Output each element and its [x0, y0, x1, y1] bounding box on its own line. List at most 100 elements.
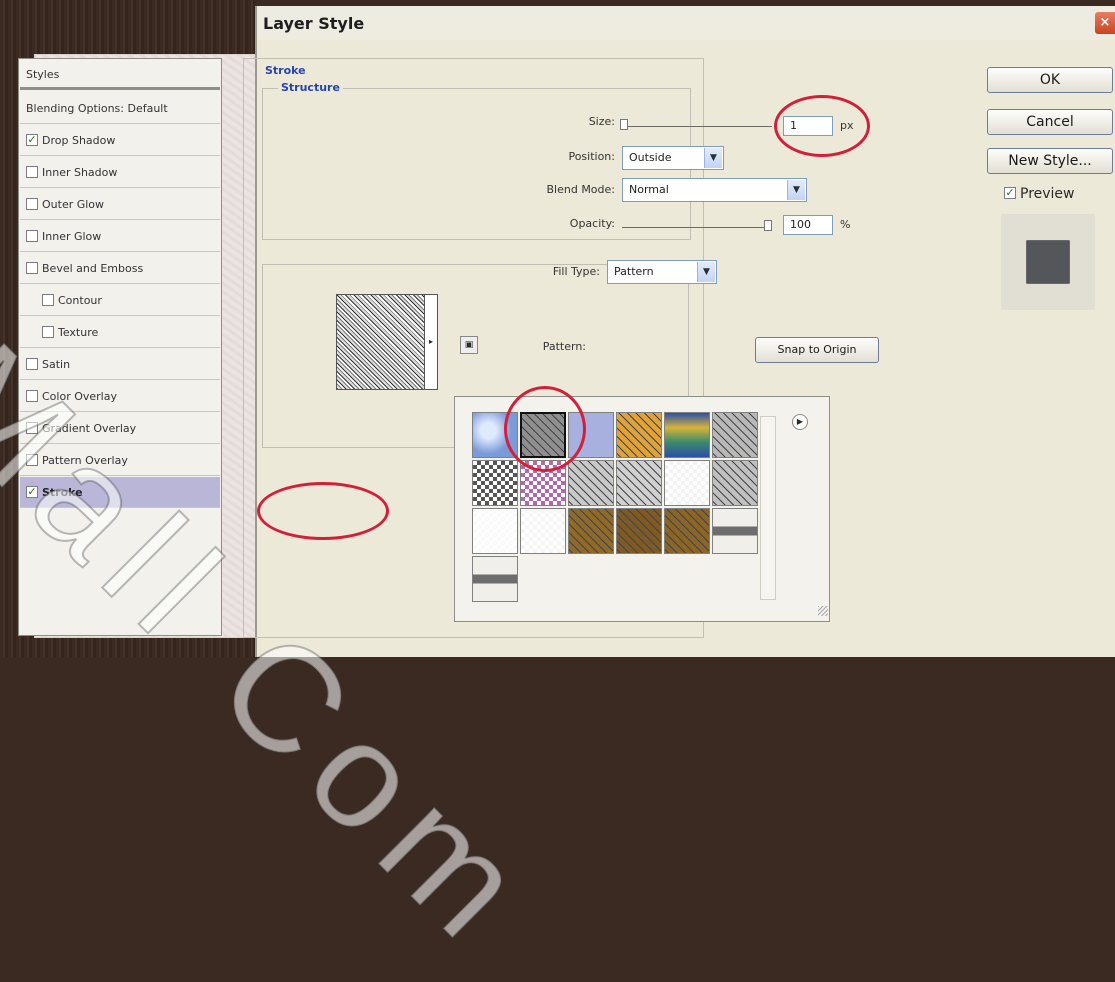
- style-item-label: Inner Shadow: [42, 166, 118, 179]
- style-item-color-overlay[interactable]: Color Overlay: [20, 381, 220, 412]
- pattern-swatch-gray-granite[interactable]: [520, 412, 566, 458]
- checkbox-icon[interactable]: ✓: [26, 134, 38, 146]
- style-item-label: Drop Shadow: [42, 134, 116, 147]
- position-label: Position:: [568, 150, 615, 163]
- fill-type-value: Pattern: [614, 265, 654, 278]
- popup-menu-icon[interactable]: ▶: [792, 414, 808, 430]
- pattern-dropdown-arrow-icon[interactable]: ▸: [424, 294, 438, 390]
- opacity-slider-track[interactable]: [622, 227, 772, 228]
- pattern-label: Pattern:: [542, 340, 586, 353]
- checkbox-icon[interactable]: [26, 422, 38, 434]
- pattern-swatch-dark-band[interactable]: [472, 556, 518, 602]
- checkbox-icon[interactable]: [42, 326, 54, 338]
- opacity-slider-thumb[interactable]: [764, 220, 772, 231]
- pattern-swatch-checker[interactable]: [472, 460, 518, 506]
- style-item-label: Pattern Overlay: [42, 454, 128, 467]
- opacity-unit: %: [840, 218, 851, 231]
- pattern-swatch-bubbles[interactable]: [472, 412, 518, 458]
- style-item-label: Color Overlay: [42, 390, 117, 403]
- pattern-swatch-tie-dye[interactable]: [664, 412, 710, 458]
- pattern-swatch-stone-gray[interactable]: [712, 412, 758, 458]
- checkbox-icon[interactable]: [26, 390, 38, 402]
- checkbox-icon[interactable]: [26, 230, 38, 242]
- pattern-swatch-dots-dense[interactable]: [520, 508, 566, 554]
- style-item-label: Inner Glow: [42, 230, 102, 243]
- preview-label: Preview: [1020, 186, 1075, 202]
- style-item-label: Bevel and Emboss: [42, 262, 144, 275]
- pattern-swatch-stripe-line[interactable]: [664, 460, 710, 506]
- fill-type-label: Fill Type:: [524, 265, 600, 278]
- ok-button[interactable]: OK: [987, 67, 1113, 93]
- checkbox-icon[interactable]: [26, 358, 38, 370]
- close-button[interactable]: ×: [1095, 12, 1115, 34]
- structure-group-title: Structure: [278, 81, 343, 94]
- checkbox-icon: ✓: [1004, 186, 1016, 199]
- resize-grip[interactable]: [818, 606, 828, 616]
- style-item-label: Satin: [42, 358, 71, 371]
- opacity-label: Opacity:: [569, 217, 615, 230]
- style-item-drop-shadow[interactable]: ✓ Drop Shadow: [20, 125, 220, 156]
- checkbox-icon[interactable]: [26, 262, 38, 274]
- pattern-swatch-periwinkle[interactable]: [568, 412, 614, 458]
- style-item-label: Texture: [58, 326, 99, 339]
- style-item-label: Stroke: [42, 486, 83, 499]
- styles-list: Styles Blending Options: Default ✓ Drop Sha…: [18, 58, 222, 636]
- pattern-swatch-dots-sparse[interactable]: [472, 508, 518, 554]
- style-item-label: Outer Glow: [42, 198, 105, 211]
- pattern-swatch-gray-paper[interactable]: [568, 460, 614, 506]
- pattern-preview[interactable]: [336, 294, 434, 390]
- pattern-swatch-brown-texture-1[interactable]: [568, 508, 614, 554]
- size-slider-thumb[interactable]: [620, 119, 628, 130]
- size-input[interactable]: 1: [783, 116, 833, 136]
- pattern-swatch-brown-band[interactable]: [712, 508, 758, 554]
- pattern-swatch-brown-texture-3[interactable]: [664, 508, 710, 554]
- pattern-swatch-brown-texture-2[interactable]: [616, 508, 662, 554]
- dialog-title: Layer Style: [263, 14, 365, 33]
- new-preset-icon[interactable]: ▣: [460, 336, 478, 354]
- checkbox-icon[interactable]: [26, 198, 38, 210]
- pattern-swatch-gray-fibers[interactable]: [616, 460, 662, 506]
- position-select[interactable]: Outside ▼: [622, 146, 724, 170]
- style-item-pattern-overlay[interactable]: Pattern Overlay: [20, 445, 220, 476]
- style-item-contour[interactable]: Contour: [20, 285, 220, 316]
- preview-swatch: [1026, 240, 1070, 284]
- opacity-input[interactable]: 100: [783, 215, 833, 235]
- style-item-bevel-and-emboss[interactable]: Bevel and Emboss: [20, 253, 220, 284]
- style-item-outer-glow[interactable]: Outer Glow: [20, 189, 220, 220]
- style-item-gradient-overlay[interactable]: Gradient Overlay: [20, 413, 220, 444]
- pattern-swatch-gray-marble[interactable]: [712, 460, 758, 506]
- styles-list-header[interactable]: Styles: [20, 59, 220, 90]
- size-label: Size:: [588, 115, 615, 128]
- new-style-button[interactable]: New Style...: [987, 148, 1113, 174]
- checkbox-icon[interactable]: [26, 166, 38, 178]
- style-item-inner-shadow[interactable]: Inner Shadow: [20, 157, 220, 188]
- style-item-texture[interactable]: Texture: [20, 317, 220, 348]
- blend-mode-select[interactable]: Normal ▼: [622, 178, 807, 202]
- checkbox-icon[interactable]: [26, 454, 38, 466]
- style-item-blending-options-default[interactable]: Blending Options: Default: [20, 93, 220, 124]
- cancel-button[interactable]: Cancel: [987, 109, 1113, 135]
- title-bar: Layer Style ×: [257, 6, 1115, 40]
- blend-mode-value: Normal: [629, 183, 669, 196]
- snap-to-origin-button[interactable]: Snap to Origin: [755, 337, 879, 363]
- blend-mode-label: Blend Mode:: [546, 183, 616, 196]
- style-item-inner-glow[interactable]: Inner Glow: [20, 221, 220, 252]
- style-item-satin[interactable]: Satin: [20, 349, 220, 380]
- pattern-swatch-multicolor-dots[interactable]: [520, 460, 566, 506]
- style-item-label: Contour: [58, 294, 102, 307]
- position-value: Outside: [629, 151, 672, 164]
- fill-type-select[interactable]: Pattern ▼: [607, 260, 717, 284]
- style-item-label: Blending Options: Default: [26, 102, 168, 115]
- popup-scrollbar[interactable]: [760, 416, 776, 600]
- pattern-swatch-orange-texture[interactable]: [616, 412, 662, 458]
- stroke-section-title: Stroke: [262, 64, 309, 77]
- size-slider-track[interactable]: [622, 126, 772, 127]
- size-unit: px: [840, 119, 854, 132]
- preview-checkbox[interactable]: ✓ Preview: [1004, 186, 1075, 202]
- style-item-label: Gradient Overlay: [42, 422, 137, 435]
- chevron-down-icon: ▼: [787, 180, 805, 200]
- close-icon: ×: [1099, 15, 1111, 30]
- checkbox-icon[interactable]: ✓: [26, 486, 38, 498]
- style-item-stroke[interactable]: ✓ Stroke: [20, 477, 220, 508]
- checkbox-icon[interactable]: [42, 294, 54, 306]
